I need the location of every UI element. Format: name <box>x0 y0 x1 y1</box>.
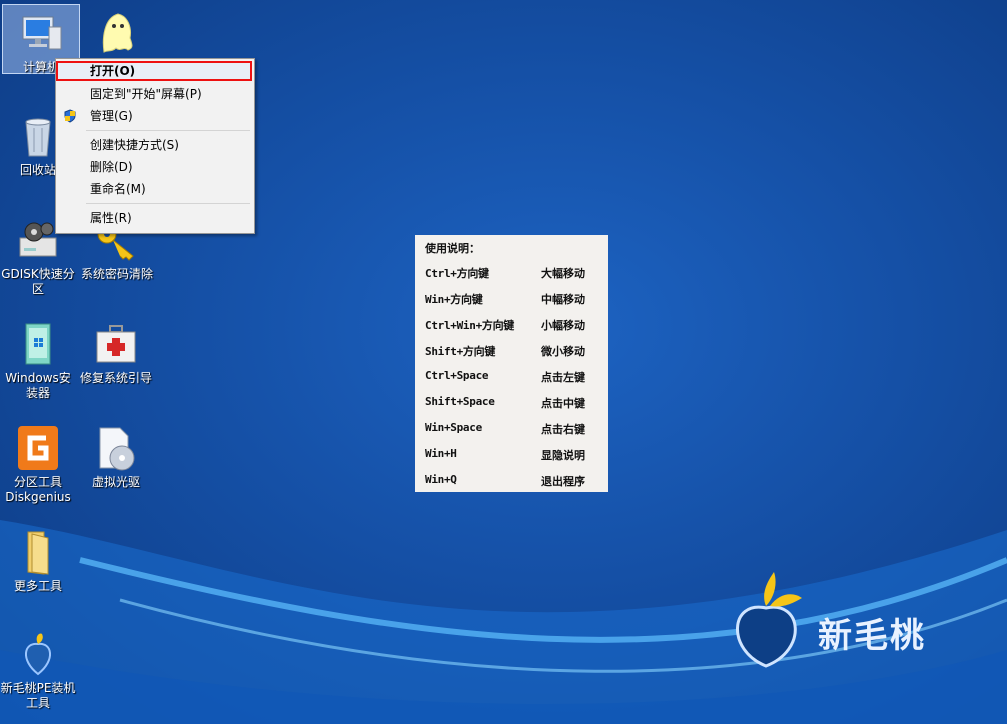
help-desc: 大幅移动 <box>541 267 585 280</box>
help-desc: 退出程序 <box>541 475 585 488</box>
menu-item-pin-to-start[interactable]: 固定到"开始"屏幕(P) <box>56 84 252 104</box>
help-keys: Win+H <box>425 447 457 460</box>
desktop-icon-boot-repair[interactable]: 修复系统引导 <box>78 316 154 386</box>
menu-item-label: 重命名(M) <box>90 182 146 196</box>
help-keys: Shift+Space <box>425 395 495 408</box>
menu-item-label: 创建快捷方式(S) <box>90 138 179 152</box>
desktop-icon-more-tools[interactable]: 更多工具 <box>0 524 76 594</box>
desktop-icon-ghost[interactable] <box>78 4 154 64</box>
menu-item-label: 删除(D) <box>90 160 133 174</box>
desktop-icon-label: 虚拟光驱 <box>91 475 140 489</box>
desktop-icon-label: 修复系统引导 <box>79 371 152 385</box>
computer-icon <box>17 9 65 57</box>
help-keys: Win+Space <box>425 421 482 434</box>
help-row: Win+H 显隐说明 <box>425 447 605 463</box>
desktop-icon-virtual-drive[interactable]: 虚拟光驱 <box>78 420 154 490</box>
desktop-icon-label: 更多工具 <box>13 579 62 593</box>
menu-item-label: 打开(O) <box>90 64 136 78</box>
first-aid-kit-icon <box>92 320 140 368</box>
menu-item-properties[interactable]: 属性(R) <box>56 208 252 228</box>
help-row: Shift+Space 点击中键 <box>425 395 605 411</box>
help-row: Ctrl+Space 点击左键 <box>425 369 605 385</box>
menu-item-label: 属性(R) <box>90 211 132 225</box>
desktop-icon-windows-installer[interactable]: Windows安装器 <box>0 316 76 401</box>
help-keys: Ctrl+Space <box>425 369 489 382</box>
menu-item-label: 管理(G) <box>90 109 133 123</box>
help-row: Shift+方向键 微小移动 <box>425 343 605 359</box>
menu-item-create-shortcut[interactable]: 创建快捷方式(S) <box>56 135 252 155</box>
menu-item-open[interactable]: 打开(O) <box>56 61 252 81</box>
menu-item-label: 固定到"开始"屏幕(P) <box>90 87 202 101</box>
desktop-icon-label: GDISK快速分区 <box>1 267 75 296</box>
help-desc: 微小移动 <box>541 345 585 358</box>
menu-item-manage[interactable]: 管理(G) <box>56 106 252 126</box>
help-row: Win+方向键 中幅移动 <box>425 291 605 307</box>
diskgenius-icon <box>14 424 62 472</box>
desktop-icon-label: 新毛桃PE装机工具 <box>0 681 76 710</box>
help-desc: 显隐说明 <box>541 449 585 462</box>
help-desc: 小幅移动 <box>541 319 585 332</box>
help-row: Ctrl+方向键 大幅移动 <box>425 265 605 281</box>
help-desc: 点击中键 <box>541 397 585 410</box>
help-desc: 中幅移动 <box>541 293 585 306</box>
desktop-icon-label: Windows安装器 <box>5 371 71 400</box>
desktop-icon-label: 系统密码清除 <box>80 267 153 281</box>
peach-logo-icon <box>14 630 62 678</box>
help-keys: Win+方向键 <box>425 293 483 306</box>
help-row: Ctrl+Win+方向键 小幅移动 <box>425 317 605 333</box>
help-desc: 点击左键 <box>541 371 585 384</box>
uac-shield-icon <box>64 109 76 123</box>
help-title: 使用说明： <box>425 242 480 255</box>
help-keys: Ctrl+方向键 <box>425 267 489 280</box>
help-row: Win+Space 点击右键 <box>425 421 605 437</box>
desktop-icon-label: 分区工具Diskgenius <box>5 475 71 504</box>
menu-item-delete[interactable]: 删除(D) <box>56 157 252 177</box>
help-keys: Ctrl+Win+方向键 <box>425 319 515 332</box>
help-keys: Win+Q <box>425 473 457 486</box>
brand-name: 新毛桃 <box>818 616 926 656</box>
virtual-drive-icon <box>92 424 140 472</box>
usage-help-panel: 使用说明： Ctrl+方向键 大幅移动 Win+方向键 中幅移动 Ctrl+Wi… <box>415 235 608 492</box>
desktop-icon-pe-installer[interactable]: 新毛桃PE装机工具 <box>0 626 76 711</box>
desktop-icon-diskgenius[interactable]: 分区工具Diskgenius <box>0 420 76 505</box>
installer-icon <box>14 320 62 368</box>
ghost-icon <box>92 8 140 56</box>
help-desc: 点击右键 <box>541 423 585 436</box>
help-keys: Shift+方向键 <box>425 345 496 358</box>
menu-separator <box>86 130 250 131</box>
help-row: Win+Q 退出程序 <box>425 473 605 489</box>
folder-icon <box>14 528 62 576</box>
context-menu: 打开(O) 固定到"开始"屏幕(P) 管理(G) 创建快捷方式(S) 删除(D)… <box>55 58 255 234</box>
menu-separator <box>86 203 250 204</box>
menu-item-rename[interactable]: 重命名(M) <box>56 179 252 199</box>
